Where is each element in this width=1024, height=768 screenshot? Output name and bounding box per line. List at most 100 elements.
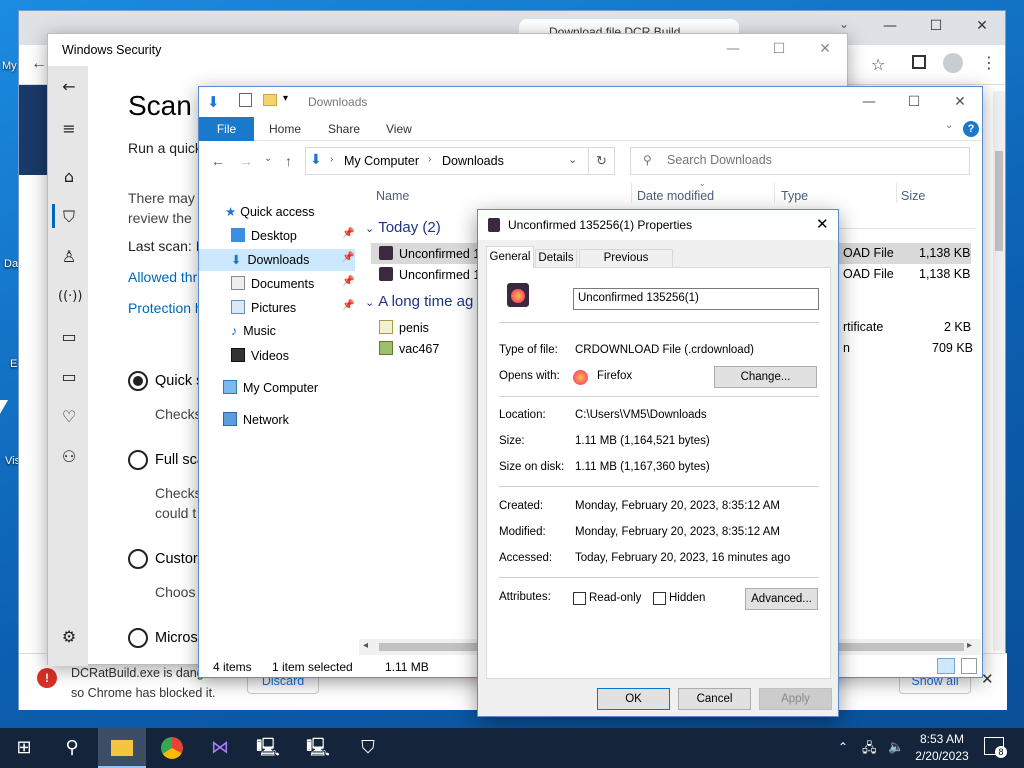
- tab-search-icon[interactable]: ⌄: [839, 17, 849, 31]
- sidepanel-icon[interactable]: [912, 55, 926, 69]
- maximize-button[interactable]: ☐: [756, 34, 802, 64]
- device-security-icon[interactable]: ▭: [58, 366, 80, 388]
- search-icon[interactable]: ⚲: [48, 728, 96, 768]
- nav-my-computer[interactable]: My Computer: [223, 380, 318, 395]
- minimize-button[interactable]: —: [867, 11, 913, 41]
- maximize-button[interactable]: ☐: [913, 11, 959, 41]
- ok-button[interactable]: OK: [597, 688, 670, 710]
- health-icon[interactable]: ♡: [58, 406, 80, 428]
- offline-scan-radio[interactable]: [128, 628, 148, 648]
- group-header-long-ago[interactable]: ⌄ A long time ag: [365, 293, 473, 310]
- back-arrow-icon[interactable]: ←: [211, 153, 225, 169]
- new-folder-icon[interactable]: [263, 94, 277, 106]
- tab-file[interactable]: File: [199, 117, 254, 141]
- list-item[interactable]: vac467: [379, 341, 439, 356]
- search-box[interactable]: ⚲: [630, 147, 970, 175]
- nav-item-downloads[interactable]: ⬇ Downloads: [231, 252, 309, 267]
- back-arrow-icon[interactable]: ←: [31, 55, 47, 73]
- hidden-checkbox[interactable]: [653, 592, 666, 605]
- cancel-button[interactable]: Cancel: [678, 688, 751, 710]
- pin-icon[interactable]: 📌: [342, 252, 354, 263]
- nav-item-desktop[interactable]: Desktop: [231, 228, 297, 243]
- refresh-icon[interactable]: ↻: [588, 148, 614, 174]
- breadcrumb-folder[interactable]: Downloads: [442, 154, 504, 168]
- remote-app-icon[interactable]: 🖳: [244, 728, 292, 768]
- close-button[interactable]: ✕: [802, 34, 848, 64]
- nav-item-pictures[interactable]: Pictures: [231, 300, 296, 315]
- search-input[interactable]: [667, 153, 957, 167]
- close-button[interactable]: ✕: [959, 11, 1005, 41]
- readonly-checkbox[interactable]: [573, 592, 586, 605]
- allowed-threats-link[interactable]: Allowed thr: [128, 269, 197, 285]
- back-arrow-icon[interactable]: ←: [58, 76, 80, 98]
- close-button[interactable]: ✕: [816, 215, 829, 233]
- ribbon-expand-icon[interactable]: ⌄: [945, 120, 953, 131]
- list-item[interactable]: Unconfirmed 1: [379, 246, 480, 261]
- breadcrumb-root[interactable]: My Computer: [344, 154, 419, 168]
- list-item[interactable]: Unconfirmed 1: [379, 267, 480, 282]
- app-browser-icon[interactable]: ▭: [58, 326, 80, 348]
- family-icon[interactable]: ⚇: [58, 446, 80, 468]
- advanced-button[interactable]: Advanced...: [745, 588, 818, 610]
- nav-item-documents[interactable]: Documents: [231, 276, 314, 291]
- desktop-icon-label[interactable]: E: [10, 358, 17, 370]
- tray-chevron-icon[interactable]: ⌃: [838, 740, 848, 754]
- visual-studio-icon[interactable]: ⋈: [196, 728, 244, 768]
- home-icon[interactable]: ⌂: [58, 166, 80, 188]
- nav-network[interactable]: Network: [223, 412, 289, 427]
- shield-icon[interactable]: ⛉: [58, 206, 80, 228]
- recent-dropdown-icon[interactable]: ⌄: [264, 153, 272, 164]
- network-icon[interactable]: ((·)): [58, 286, 82, 308]
- file-explorer-taskbar-icon[interactable]: [98, 728, 146, 768]
- clock-date[interactable]: 2/20/2023: [912, 749, 972, 763]
- network-tray-icon[interactable]: 🖧: [862, 739, 877, 761]
- pin-icon[interactable]: 📌: [342, 276, 354, 287]
- group-header-today[interactable]: ⌄ Today (2): [365, 219, 441, 236]
- profile-avatar[interactable]: [943, 53, 963, 73]
- change-button[interactable]: Change...: [714, 366, 817, 388]
- minimize-button[interactable]: —: [846, 87, 892, 117]
- notifications-icon[interactable]: 8: [984, 737, 1007, 758]
- address-bar[interactable]: ⬇ › My Computer › Downloads ⌄ ↻: [305, 147, 615, 175]
- scrollbar[interactable]: [993, 91, 1005, 651]
- tab-home[interactable]: Home: [269, 117, 301, 141]
- tab-details[interactable]: Details: [535, 249, 577, 268]
- account-icon[interactable]: ♙: [58, 246, 80, 268]
- menu-dots-icon[interactable]: ⋮: [981, 53, 997, 72]
- hamburger-icon[interactable]: ≡: [58, 118, 80, 140]
- tab-share[interactable]: Share: [328, 117, 360, 141]
- windows-security-taskbar-icon[interactable]: ⛉: [344, 728, 392, 768]
- column-type[interactable]: Type: [781, 189, 808, 203]
- up-arrow-icon[interactable]: ↑: [285, 153, 292, 169]
- qa-dropdown-icon[interactable]: ▾: [283, 93, 288, 104]
- nav-item-videos[interactable]: Videos: [231, 348, 289, 363]
- filename-field[interactable]: Unconfirmed 135256(1): [573, 288, 819, 310]
- column-size[interactable]: Size: [901, 189, 925, 203]
- minimize-button[interactable]: —: [710, 34, 756, 64]
- apply-button[interactable]: Apply: [759, 688, 832, 710]
- pin-icon[interactable]: 📌: [342, 300, 354, 311]
- address-dropdown-icon[interactable]: ⌄: [568, 153, 577, 166]
- forward-arrow-icon[interactable]: →: [239, 153, 253, 169]
- custom-scan-radio[interactable]: [128, 549, 148, 569]
- clock-time[interactable]: 8:53 AM: [916, 732, 968, 746]
- help-icon[interactable]: ?: [963, 121, 979, 137]
- chrome-taskbar-icon[interactable]: [148, 728, 196, 768]
- desktop-icon-label[interactable]: Da: [4, 258, 18, 270]
- full-scan-radio[interactable]: [128, 450, 148, 470]
- details-view-icon[interactable]: [937, 658, 955, 674]
- volume-icon[interactable]: 🔈: [888, 739, 904, 755]
- start-button[interactable]: ⊞: [0, 728, 48, 768]
- settings-gear-icon[interactable]: ⚙: [58, 626, 80, 648]
- list-item[interactable]: penis: [379, 320, 429, 335]
- quick-scan-radio[interactable]: [128, 371, 148, 391]
- maximize-button[interactable]: ☐: [891, 87, 937, 117]
- protection-history-link[interactable]: Protection h: [128, 300, 203, 316]
- tab-general[interactable]: General: [486, 246, 534, 268]
- pin-icon[interactable]: 📌: [342, 228, 354, 239]
- desktop-icon-label[interactable]: My: [2, 60, 17, 72]
- nav-quick-access[interactable]: ★ Quick access: [225, 204, 315, 219]
- tab-previous-versions[interactable]: Previous Versions: [579, 249, 673, 281]
- star-icon[interactable]: ☆: [871, 55, 885, 74]
- large-icons-view-icon[interactable]: [961, 658, 977, 674]
